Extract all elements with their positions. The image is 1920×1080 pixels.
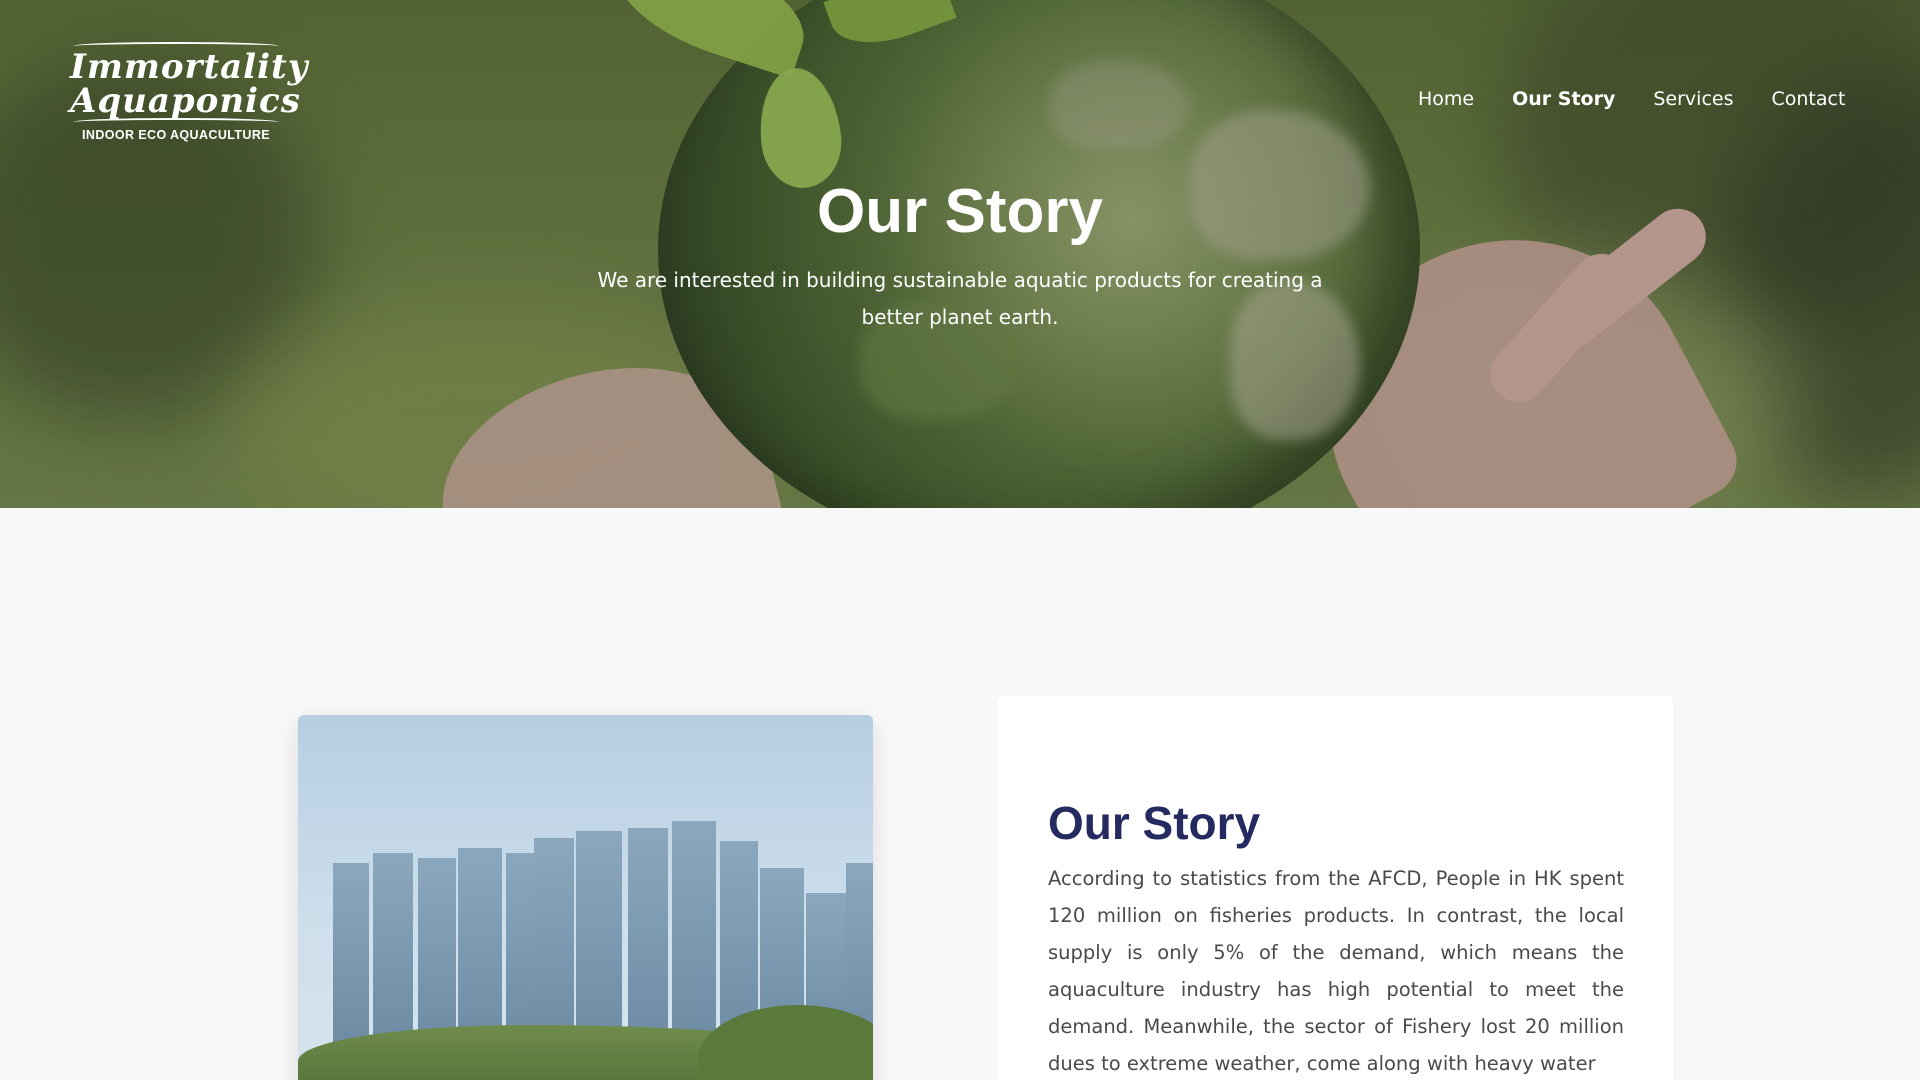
nav-our-story[interactable]: Our Story: [1512, 88, 1615, 110]
nav-contact[interactable]: Contact: [1771, 88, 1845, 110]
logo-text-line2: Aquaponics: [70, 81, 301, 121]
building-shape: [534, 838, 574, 1053]
hero-title: Our Story: [817, 177, 1103, 246]
building-shape: [458, 848, 502, 1053]
story-body: According to statistics from the AFCD, P…: [1048, 867, 1624, 1075]
main-nav: Home Our Story Services Contact: [1418, 88, 1845, 110]
hero-subtitle: We are interested in building sustainabl…: [597, 268, 1323, 329]
nav-services[interactable]: Services: [1653, 88, 1733, 110]
city-photo: [298, 715, 873, 1080]
building-shape: [373, 853, 413, 1053]
nav-home[interactable]: Home: [1418, 88, 1474, 110]
logo-tagline: INDOOR ECO AQUACULTURE: [82, 128, 270, 142]
building-shape: [418, 858, 456, 1053]
building-shape: [628, 828, 668, 1053]
building-shape: [576, 831, 622, 1053]
logo-text-line1: Immortality: [70, 47, 309, 87]
story-card: Our Story According to statistics from t…: [998, 696, 1673, 1080]
building-shape: [333, 863, 369, 1053]
site-logo[interactable]: Immortality Aquaponics INDOOR ECO AQUACU…: [70, 42, 309, 142]
building-shape: [672, 821, 716, 1053]
story-title: Our Story: [1048, 797, 1261, 849]
